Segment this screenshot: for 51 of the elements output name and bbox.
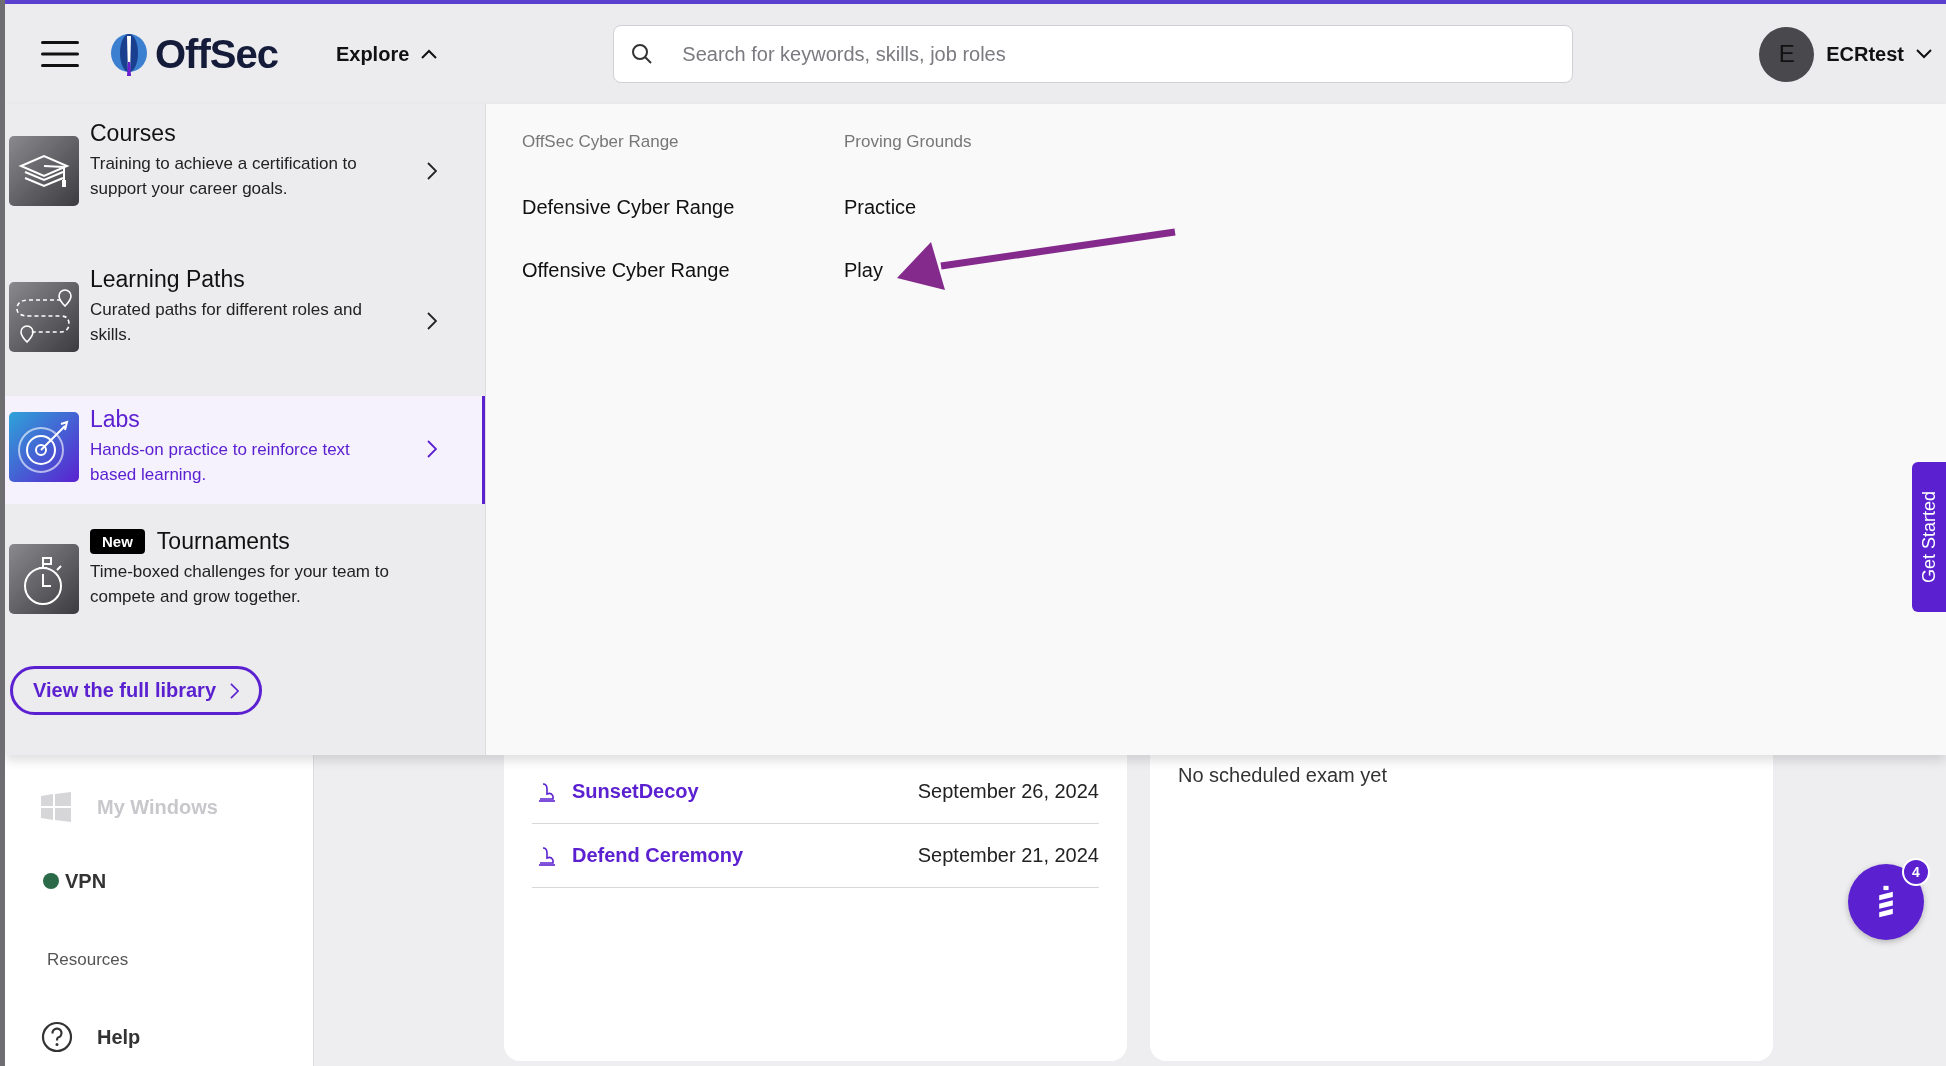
chat-button[interactable] (1848, 864, 1924, 940)
column-heading: OffSec Cyber Range (522, 132, 680, 152)
logo-icon (109, 32, 149, 76)
help-icon (41, 1021, 73, 1053)
exam-date: September 26, 2024 (917, 780, 1099, 803)
exam-date: September 21, 2024 (917, 844, 1099, 867)
exam-link[interactable]: SunsetDecoy (572, 780, 699, 803)
explore-menu-button[interactable]: Explore (331, 38, 442, 70)
chevron-right-icon (230, 682, 240, 699)
get-started-tab[interactable]: Get Started (1912, 462, 1946, 612)
windows-icon (41, 792, 71, 822)
new-badge: New (90, 529, 145, 554)
menu-link[interactable]: Defensive Cyber Range (522, 196, 844, 259)
chevron-right-icon (427, 440, 437, 458)
menu-category[interactable]: Courses Training to achieve a certification to support your career goals. (5, 104, 485, 254)
category-description: Curated paths for different roles and skills. (90, 299, 363, 346)
section-heading: Resources (46, 950, 130, 970)
category-icon (9, 544, 79, 614)
exam-link[interactable]: Defend Ceremony (572, 844, 744, 867)
category-title: Courses (90, 120, 176, 147)
category-icon (9, 412, 79, 482)
menu-icon[interactable] (41, 40, 79, 68)
view-library-button[interactable]: View the full library (10, 666, 263, 715)
column-heading: Proving Grounds (844, 132, 973, 152)
category-icon (9, 282, 79, 352)
chevron-right-icon (427, 312, 437, 330)
category-description: Hands-on practice to reinforce text based learning. (90, 439, 351, 486)
menu-link[interactable]: Practice (844, 196, 1166, 259)
category-description: Training to achieve a certification to support your career goals. (90, 153, 358, 200)
vpn-label[interactable]: VPN (65, 869, 107, 893)
search-field[interactable]: Search for keywords, skills, job roles (613, 25, 1574, 83)
sidebar-item[interactable]: Help (5, 1020, 313, 1054)
notification-badge: 4 (1902, 858, 1930, 886)
caret-icon (421, 49, 438, 59)
menu-category[interactable]: Labs Hands-on practice to reinforce text based learning. (5, 396, 485, 504)
menu-category[interactable]: New Tournaments Time-boxed challenges for your team to compete and grow together. (5, 516, 485, 650)
machine-icon (538, 781, 558, 802)
category-icon (9, 136, 79, 206)
menu-link[interactable]: Offensive Cyber Range (522, 259, 844, 322)
category-description: Time-boxed challenges for your team to compete and grow together. (90, 561, 390, 608)
chevron-right-icon (427, 162, 437, 180)
category-title: Learning Paths (90, 266, 245, 293)
user-name[interactable]: ECRtest (1826, 42, 1904, 66)
category-title: Tournaments (156, 528, 290, 555)
menu-category[interactable]: Learning Paths Curated paths for different roles and skills. (5, 254, 485, 388)
menu-link[interactable]: Play (844, 259, 1166, 322)
chevron-down-icon[interactable] (1916, 49, 1932, 59)
machine-icon (538, 845, 558, 866)
offsec-logo[interactable]: OffSec (109, 31, 278, 77)
category-title: Labs (90, 406, 140, 433)
schedule-message: No scheduled exam yet (1178, 764, 1388, 787)
